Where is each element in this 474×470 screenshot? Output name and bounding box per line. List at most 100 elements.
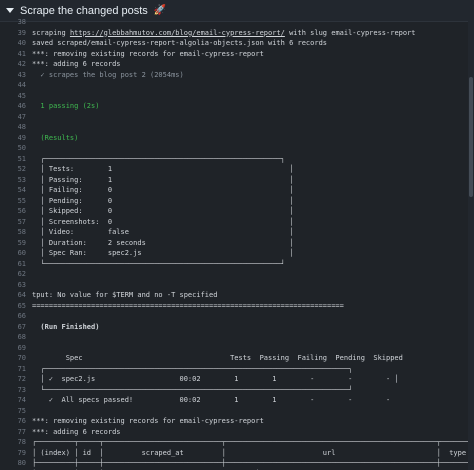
- line-number[interactable]: 39: [0, 28, 32, 39]
- line-number[interactable]: 78: [0, 437, 32, 448]
- line-number[interactable]: 62: [0, 269, 32, 280]
- chevron-down-icon[interactable]: [6, 8, 14, 13]
- log-line: 74 ✓ All specs passed! 00:02 1 1 - - -: [0, 395, 474, 406]
- line-number[interactable]: 64: [0, 290, 32, 301]
- line-number[interactable]: 61: [0, 259, 32, 270]
- line-text: ┌───────────────────────────────────────…: [32, 154, 285, 163]
- line-number[interactable]: 42: [0, 59, 32, 70]
- line-number[interactable]: 73: [0, 385, 32, 396]
- log-line: 80 ├─────────┼─────┼─────────────────────…: [0, 458, 474, 469]
- log-output: 38 39 scraping https://glebbahmutov.com/bl…: [0, 17, 474, 470]
- line-text: ***: adding 6 records: [32, 427, 121, 436]
- line-number[interactable]: 50: [0, 143, 32, 154]
- log-line: 48: [0, 122, 474, 133]
- line-text: │ Passing: 1 │: [32, 175, 294, 184]
- line-number[interactable]: 79: [0, 448, 32, 459]
- log-line: 58 │ Video: false │: [0, 227, 474, 238]
- line-number[interactable]: 59: [0, 238, 32, 249]
- line-number[interactable]: 52: [0, 164, 32, 175]
- line-number[interactable]: 44: [0, 80, 32, 91]
- log-line: 44: [0, 80, 474, 91]
- line-text: [32, 280, 474, 291]
- log-line: 51 ┌────────────────────────────────────…: [0, 154, 474, 165]
- line-text: ========================================…: [32, 301, 344, 310]
- line-number[interactable]: 77: [0, 427, 32, 438]
- log-line: 42 ***: adding 6 records: [0, 59, 474, 70]
- line-text: [32, 311, 474, 322]
- line-number[interactable]: 48: [0, 122, 32, 133]
- line-number[interactable]: 68: [0, 332, 32, 343]
- line-number[interactable]: 40: [0, 38, 32, 49]
- log-line: 75: [0, 406, 474, 417]
- line-text: [32, 122, 474, 133]
- line-number[interactable]: 72: [0, 374, 32, 385]
- log-line: 41 ***: removing existing records for ema…: [0, 49, 474, 60]
- log-line: 68: [0, 332, 474, 343]
- line-number[interactable]: 63: [0, 280, 32, 291]
- scrollbar-thumb[interactable]: [469, 77, 473, 197]
- line-text: [32, 17, 474, 28]
- line-text: └───────────────────────────────────────…: [32, 259, 285, 268]
- line-number[interactable]: 75: [0, 406, 32, 417]
- log-link[interactable]: https://glebbahmutov.com/blog/email-cypr…: [70, 29, 285, 37]
- line-text: ***: removing existing records for email…: [32, 49, 264, 58]
- line-number[interactable]: 49: [0, 133, 32, 144]
- line-text: [32, 91, 474, 102]
- line-text: [32, 343, 474, 354]
- line-text: │ Screenshots: 0 │: [32, 217, 294, 226]
- log-line: 55 │ Pending: 0 │: [0, 196, 474, 207]
- line-number[interactable]: 47: [0, 112, 32, 123]
- line-number[interactable]: 41: [0, 49, 32, 60]
- line-text: ✓ scrapes the blog post 2 (2054ms): [32, 70, 184, 79]
- log-line: 45: [0, 91, 474, 102]
- line-number[interactable]: 74: [0, 395, 32, 406]
- line-text: tput: No value for $TERM and no -T speci…: [32, 291, 218, 299]
- line-text: │ Video: false │: [32, 228, 294, 236]
- log-line: 49 (Results): [0, 133, 474, 144]
- line-number[interactable]: 43: [0, 70, 32, 81]
- line-number[interactable]: 57: [0, 217, 32, 228]
- line-number[interactable]: 51: [0, 154, 32, 165]
- line-text: scraping https://glebbahmutov.com/blog/e…: [32, 28, 416, 37]
- log-line: 61 └────────────────────────────────────…: [0, 259, 474, 270]
- log-line: 40 saved scraped/email-cypress-report-alg…: [0, 38, 474, 49]
- line-text: [32, 332, 474, 343]
- line-number[interactable]: 65: [0, 301, 32, 312]
- line-number[interactable]: 46: [0, 101, 32, 112]
- log-line: 69: [0, 343, 474, 354]
- line-number[interactable]: 60: [0, 248, 32, 259]
- line-number[interactable]: 69: [0, 343, 32, 354]
- log-line: 67 (Run Finished): [0, 322, 474, 333]
- line-text: Spec Tests Passing Failing Pending Skipp…: [32, 354, 403, 362]
- log-line: 54 │ Failing: 0 │: [0, 185, 474, 196]
- log-line: 46 1 passing (2s): [0, 101, 474, 112]
- line-number[interactable]: 54: [0, 185, 32, 196]
- line-number[interactable]: 53: [0, 175, 32, 186]
- line-number[interactable]: 66: [0, 311, 32, 322]
- log-line: 38: [0, 17, 474, 28]
- log-line: 47: [0, 112, 474, 123]
- line-number[interactable]: 67: [0, 322, 32, 333]
- scrollbar[interactable]: [468, 17, 474, 470]
- log-line: 73 └────────────────────────────────────…: [0, 385, 474, 396]
- log-line: 77 ***: adding 6 records: [0, 427, 474, 438]
- line-text: [32, 406, 474, 417]
- line-text: (Run Finished): [32, 322, 100, 331]
- log-line: 79 │ (index) │ id │ scraped_at │ url │ ty…: [0, 448, 474, 459]
- line-text: ┌─────────┬─────┬───────────────────────…: [32, 438, 474, 446]
- line-number[interactable]: 70: [0, 353, 32, 364]
- line-number[interactable]: 45: [0, 91, 32, 102]
- line-number[interactable]: 80: [0, 458, 32, 469]
- rocket-icon: 🚀: [153, 5, 167, 16]
- log-line: 66: [0, 311, 474, 322]
- log-line: 76 ***: removing existing records for ema…: [0, 416, 474, 427]
- line-text: [32, 80, 474, 91]
- line-number[interactable]: 56: [0, 206, 32, 217]
- line-number[interactable]: 38: [0, 17, 32, 28]
- line-text: ├─────────┼─────┼───────────────────────…: [32, 459, 474, 467]
- line-text: ✓ All specs passed! 00:02 1 1 - - -: [32, 396, 391, 404]
- line-number[interactable]: 58: [0, 227, 32, 238]
- line-number[interactable]: 55: [0, 196, 32, 207]
- line-number[interactable]: 76: [0, 416, 32, 427]
- line-number[interactable]: 71: [0, 364, 32, 375]
